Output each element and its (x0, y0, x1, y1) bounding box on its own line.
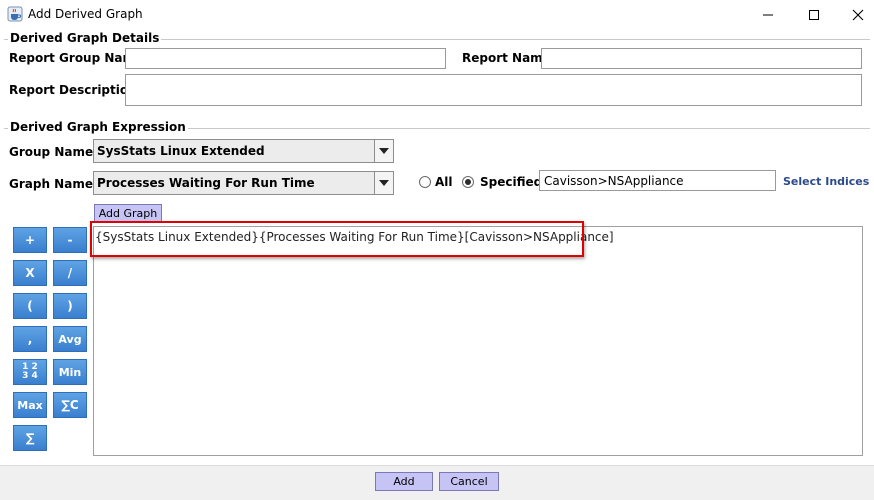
expression-legend: Derived Graph Expression (8, 120, 188, 134)
report-group-label: Report Group Name (9, 51, 144, 65)
report-description-field[interactable] (125, 74, 862, 106)
comma-button[interactable]: , (13, 326, 47, 352)
expression-text-area[interactable]: {SysStats Linux Extended}{Processes Wait… (93, 226, 863, 456)
max-button[interactable]: Max (13, 392, 47, 418)
select-indices-link[interactable]: Select Indices (783, 175, 869, 188)
group-name-combo[interactable]: SysStats Linux Extended (93, 139, 394, 163)
minus-button[interactable]: - (53, 227, 87, 253)
maximize-button[interactable] (791, 0, 837, 30)
radio-selected-dot (465, 179, 471, 185)
plus-button[interactable]: + (13, 227, 47, 253)
expression-highlight-box (90, 221, 584, 257)
close-button[interactable] (835, 0, 874, 30)
graph-name-label: Graph Name (9, 177, 93, 191)
close-paren-button[interactable]: ) (53, 293, 87, 319)
radio-all[interactable] (419, 176, 431, 188)
report-name-field[interactable] (541, 48, 862, 69)
report-name-label: Report Name (462, 51, 551, 65)
report-description-label: Report Description (9, 83, 137, 97)
add-graph-button[interactable]: Add Graph (94, 204, 162, 222)
graph-name-value: Processes Waiting For Run Time (97, 176, 315, 190)
maximize-icon (809, 10, 819, 20)
graph-name-combo[interactable]: Processes Waiting For Run Time (93, 171, 394, 195)
multiply-button[interactable]: X (13, 260, 47, 286)
graph-name-dropdown-button[interactable] (374, 172, 393, 194)
minimize-icon (763, 14, 773, 16)
chevron-down-icon (379, 180, 389, 186)
cancel-button[interactable]: Cancel (439, 472, 499, 491)
minimize-button[interactable] (745, 0, 791, 30)
close-icon (852, 9, 864, 21)
open-paren-button[interactable]: ( (13, 293, 47, 319)
indices-value: Cavisson>NSAppliance (544, 174, 684, 188)
group-name-label: Group Name (9, 145, 94, 159)
radio-specified-label: Specified (480, 175, 543, 189)
count-button[interactable]: 1 2 3 4 (13, 359, 47, 385)
min-button[interactable]: Min (53, 359, 87, 385)
avg-button[interactable]: Avg (53, 326, 87, 352)
title-bar: Add Derived Graph (0, 0, 874, 30)
sum-button[interactable]: ∑ (13, 425, 47, 451)
details-legend: Derived Graph Details (8, 31, 162, 45)
window-title: Add Derived Graph (28, 7, 143, 21)
indices-field[interactable]: Cavisson>NSAppliance (539, 170, 776, 191)
chevron-down-icon (379, 148, 389, 154)
add-button[interactable]: Add (375, 472, 433, 491)
group-name-value: SysStats Linux Extended (97, 144, 265, 158)
divide-button[interactable]: / (53, 260, 87, 286)
java-cup-icon (7, 6, 23, 22)
radio-all-label: All (435, 175, 453, 189)
footer-bar (0, 465, 874, 500)
report-group-field[interactable] (125, 48, 446, 69)
radio-specified[interactable] (462, 176, 474, 188)
group-name-dropdown-button[interactable] (374, 140, 393, 162)
sum-c-button[interactable]: ∑C (53, 392, 87, 418)
